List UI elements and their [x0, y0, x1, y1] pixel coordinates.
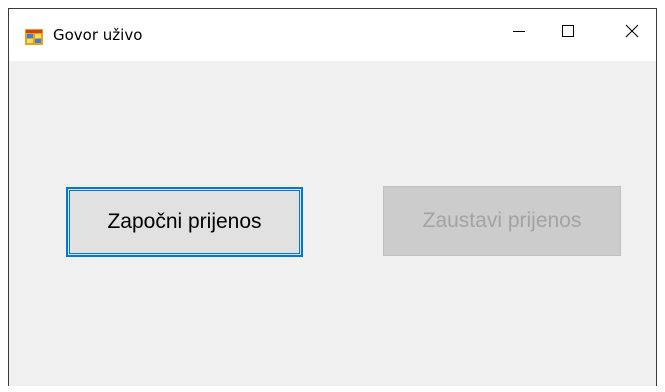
minimize-button[interactable]: [496, 9, 542, 57]
stop-transmission-label: Zaustavi prijenos: [422, 209, 582, 232]
client-area: Započni prijenos Zaustavi prijenos: [9, 61, 656, 386]
start-transmission-button[interactable]: Započni prijenos: [66, 187, 303, 257]
app-icon[interactable]: [25, 29, 43, 45]
window-title: Govor uživo: [53, 26, 143, 44]
close-icon: [624, 23, 640, 43]
title-bar[interactable]: Govor uživo: [9, 9, 656, 61]
close-button[interactable]: [609, 9, 655, 57]
start-transmission-label: Započni prijenos: [107, 210, 262, 233]
app-window: Govor uživo Započni prijenos Zaustavi pr…: [8, 8, 657, 386]
stop-transmission-button: Zaustavi prijenos: [383, 186, 621, 256]
maximize-icon: [560, 23, 576, 43]
minimize-icon: [511, 23, 527, 43]
maximize-button[interactable]: [545, 9, 591, 57]
